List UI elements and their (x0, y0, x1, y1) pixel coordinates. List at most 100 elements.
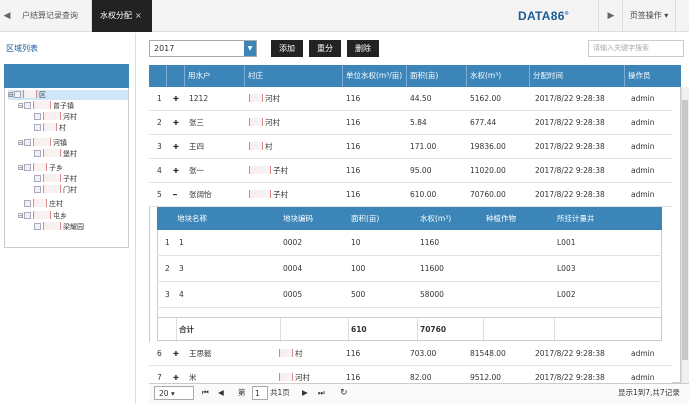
expand-icon[interactable]: ━ (173, 183, 177, 207)
dcol-code[interactable]: 地块编码 (283, 207, 313, 230)
tab-settlement-query[interactable]: 户结算记录查询 (14, 0, 92, 32)
first-page-icon[interactable]: ⏮ (202, 386, 209, 400)
tree-node[interactable]: ⊟ 河镇 (18, 138, 67, 148)
detail-well: L002 (557, 290, 576, 299)
detail-name: 3 (179, 264, 184, 273)
expand-icon[interactable]: ✚ (173, 111, 179, 135)
cell-water: 81548.00 (470, 349, 506, 358)
tree-node[interactable]: 河村 (28, 112, 77, 122)
tree-node-label: 庄村 (49, 200, 63, 208)
redacted-mark (43, 185, 61, 193)
total-area: 610 (349, 318, 418, 342)
col-area[interactable]: 面积(亩) (407, 65, 467, 87)
year-select[interactable]: 2017 ▼ (149, 40, 257, 57)
folder-icon (24, 102, 31, 109)
chevron-down-icon: ▾ (664, 11, 669, 20)
detail-row-number: 1 (165, 238, 170, 247)
add-button[interactable]: 添加 (271, 40, 303, 57)
redacted-mark (33, 101, 51, 109)
tree-node[interactable]: 村 (28, 123, 66, 133)
tree-node-label: 门村 (63, 186, 77, 194)
tree-header (4, 64, 129, 88)
search-input[interactable]: 请输入关键字搜索 (588, 40, 684, 57)
cell-time: 2017/8/22 9:28:38 (535, 166, 605, 175)
chevron-down-icon[interactable]: ▼ (244, 41, 256, 56)
cell-time: 2017/8/22 9:28:38 (535, 349, 605, 358)
col-water[interactable]: 水权(m³) (467, 65, 530, 87)
tab-label: 水权分配 (100, 11, 132, 20)
tree-node[interactable]: ⊟ 区 (8, 90, 128, 100)
refresh-icon[interactable]: ↻ (340, 386, 348, 400)
expand-icon[interactable]: ✚ (173, 159, 179, 183)
col-user[interactable]: 用水户 (185, 65, 245, 87)
prev-page-icon[interactable]: ◀ (218, 386, 224, 400)
cell-user: 1212 (189, 94, 209, 103)
col-rownum (149, 65, 167, 87)
dcol-name[interactable]: 地块名称 (177, 207, 207, 230)
dcol-water[interactable]: 水权(m³) (420, 207, 451, 230)
page-number-input[interactable]: 1 (252, 386, 268, 400)
detail-area: 100 (351, 264, 366, 273)
expand-icon[interactable]: ✚ (173, 135, 179, 159)
tab-scroll-left-icon[interactable]: ◀ (0, 0, 14, 32)
tree-node[interactable]: 堡村 (28, 149, 77, 159)
redacted-mark (43, 174, 61, 182)
tree-node-label: 梁耀园 (63, 223, 84, 231)
expand-icon[interactable]: ✚ (173, 87, 179, 111)
cell-village: 村 (249, 135, 273, 159)
folder-icon (24, 212, 31, 219)
cell-area: 95.00 (410, 166, 432, 175)
dcol-crop[interactable]: 种植作物 (486, 207, 516, 230)
table-row[interactable]: 2 ✚ 张三 河村 116 5.84 677.44 2017/8/22 9:28:38 admi… (149, 111, 672, 135)
close-icon[interactable]: × (135, 11, 142, 20)
tree-node[interactable]: ⊟ 曾子镇 (18, 101, 74, 111)
expand-icon[interactable]: ✚ (173, 342, 179, 366)
cell-area: 5.84 (410, 118, 427, 127)
cell-unit: 116 (346, 190, 361, 199)
detail-row[interactable]: 1 1 0002 10 1160 L001 (157, 230, 662, 256)
table-row[interactable]: 5 ━ 张阔怡 子村 116 610.00 70760.00 2017/8/22 9:28:3… (149, 183, 672, 207)
chevron-down-icon: ▾ (170, 389, 175, 398)
col-unit[interactable]: 单位水权(m³/亩) (343, 65, 407, 87)
tab-label: 户结算记录查询 (22, 11, 78, 20)
dcol-well[interactable]: 所挂计量井 (557, 207, 595, 230)
table-row[interactable]: 3 ✚ 王四 村 116 171.00 19836.00 2017/8/22 9:28:38 a… (149, 135, 672, 159)
detail-row-number: 3 (165, 290, 170, 299)
tree-node[interactable]: ⊟ 子乡 (18, 163, 63, 173)
table-row[interactable]: 1 ✚ 1212 河村 116 44.50 5162.00 2017/8/22 9:28:38… (149, 87, 672, 111)
next-page-icon[interactable]: ▶ (302, 386, 308, 400)
page-ops-menu[interactable]: 页签操作 ▾ (622, 0, 675, 32)
detail-row[interactable]: 3 4 0005 500 58000 L002 (157, 282, 662, 308)
cell-unit: 116 (346, 94, 361, 103)
delete-button[interactable]: 删除 (347, 40, 379, 57)
tree-node[interactable]: 门村 (28, 185, 77, 195)
tab-water-allocation[interactable]: 水权分配 × (92, 0, 152, 32)
last-page-icon[interactable]: ⏭ (318, 386, 325, 400)
tree-node[interactable]: 庄村 (18, 199, 63, 209)
col-operator[interactable]: 操作员 (625, 65, 681, 87)
col-time[interactable]: 分配时间 (530, 65, 625, 87)
cell-operator: admin (631, 142, 655, 151)
table-row[interactable]: 6 ✚ 王思懿 村 116 703.00 81548.00 2017/8/22 9:28:38… (149, 342, 672, 366)
tree-node[interactable]: 子村 (28, 174, 77, 184)
row-number: 1 (157, 94, 162, 103)
detail-row[interactable]: 2 3 0004 100 11600 L003 (157, 256, 662, 282)
col-village[interactable]: 村庄 (245, 65, 343, 87)
detail-name: 1 (179, 238, 184, 247)
tree-node-label: 河镇 (53, 139, 67, 147)
table-row[interactable]: 4 ✚ 张一 子村 116 95.00 11020.00 2017/8/22 9:28:38 a… (149, 159, 672, 183)
cell-time: 2017/8/22 9:28:38 (535, 94, 605, 103)
page-size-select[interactable]: 20 ▾ (154, 386, 194, 400)
tree-node[interactable]: 梁耀园 (28, 222, 84, 232)
redacted-mark (249, 190, 271, 198)
tree-node-label: 堡村 (63, 150, 77, 158)
redacted-mark (23, 90, 37, 98)
tree-node[interactable]: ⊟ 屯乡 (18, 211, 67, 221)
cell-water: 11020.00 (470, 166, 506, 175)
reallocate-button[interactable]: 重分 (309, 40, 341, 57)
scrollbar-thumb[interactable] (682, 100, 688, 360)
tree-node-label: 河村 (63, 113, 77, 121)
tab-scroll-right-icon[interactable]: ▶ (604, 0, 618, 32)
region-list-title: 区域列表 (6, 44, 38, 53)
dcol-area[interactable]: 面积(亩) (351, 207, 379, 230)
